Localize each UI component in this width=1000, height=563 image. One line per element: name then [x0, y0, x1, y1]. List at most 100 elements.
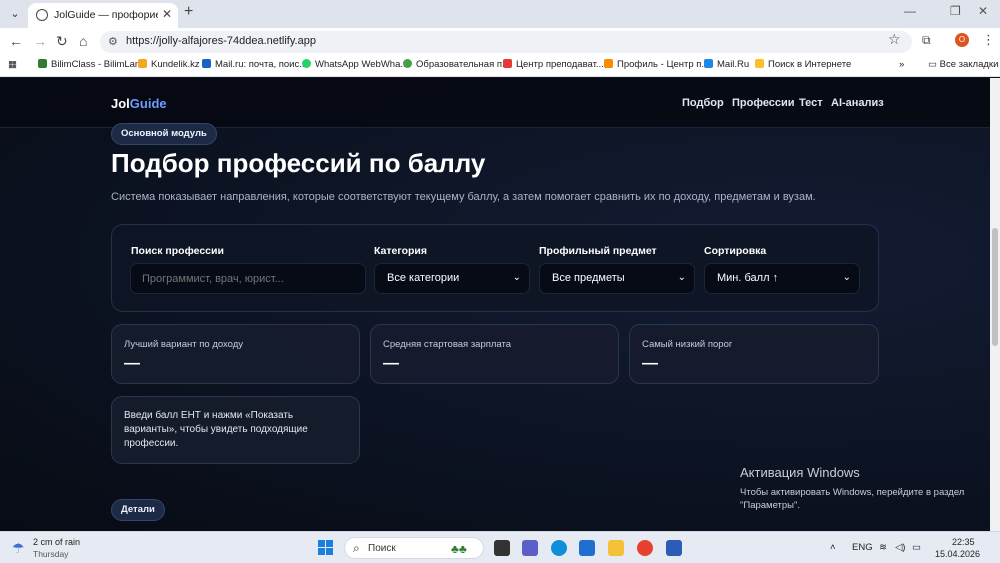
- edge-icon[interactable]: [551, 540, 567, 556]
- bookmark-star-icon[interactable]: ☆: [888, 31, 901, 48]
- sort-label: Сортировка: [704, 245, 767, 257]
- subject-value: Все предметы: [552, 272, 625, 284]
- bookmark-favicon-icon: [138, 59, 147, 68]
- bookmark-label: WhatsApp WebWha...: [315, 59, 409, 70]
- bookmark-favicon-icon: [403, 59, 412, 68]
- subject-select[interactable]: Все предметы ⌄: [539, 263, 695, 294]
- bookmark-item[interactable]: BilimClass - BilimLand: [38, 59, 146, 70]
- bookmark-item[interactable]: Образовательная п...: [403, 59, 510, 70]
- more-bookmarks-icon[interactable]: »: [899, 59, 904, 70]
- bookmark-label: Образовательная п...: [416, 59, 510, 70]
- bookmark-item[interactable]: Mail.ru: почта, поис...: [202, 59, 307, 70]
- rain-weather-icon[interactable]: ☂: [12, 540, 25, 557]
- tray-chevron-up-icon[interactable]: ˄: [830, 542, 836, 553]
- browser-toolbar: ← → ↻ ⌂ ⚙ https://jolly-alfajores-74ddea…: [0, 28, 1000, 55]
- teams-icon[interactable]: [522, 540, 538, 556]
- clock-time[interactable]: 22:35: [952, 537, 975, 547]
- back-icon[interactable]: ←: [9, 33, 23, 49]
- forward-icon[interactable]: →: [33, 33, 47, 49]
- taskbar-search-label: Поиск: [368, 543, 396, 554]
- browser-tab-bar: ⌄ JolGuide — профориентация и ✕ + — ❐ ✕: [0, 0, 1000, 28]
- weather-day: Thursday: [33, 549, 69, 559]
- nav-link-ai-analysis[interactable]: AI-анализ: [831, 97, 884, 109]
- site-info-icon[interactable]: ⚙: [108, 35, 118, 48]
- weather-text[interactable]: 2 cm of rain: [33, 537, 80, 547]
- tab-search-icon[interactable]: ⌄: [6, 5, 24, 23]
- language-indicator[interactable]: ENG: [852, 542, 873, 553]
- section-badge: Основной модуль: [111, 123, 217, 145]
- activation-line-1: Чтобы активировать Windows, перейдите в …: [740, 487, 965, 498]
- restore-icon[interactable]: ❐: [950, 4, 961, 18]
- nav-link-podbor[interactable]: Подбор: [682, 97, 724, 109]
- page-scrollbar[interactable]: [990, 78, 1000, 531]
- stat-value: —: [642, 355, 658, 372]
- volume-icon[interactable]: ◁): [895, 542, 905, 553]
- profile-avatar[interactable]: O: [955, 33, 969, 47]
- site-logo[interactable]: JolGuide: [111, 96, 167, 111]
- stat-avg-salary: Средняя стартовая зарплата —: [370, 324, 619, 384]
- bookmark-favicon-icon: [704, 59, 713, 68]
- category-label: Категория: [374, 245, 428, 257]
- task-view-icon[interactable]: [494, 540, 510, 556]
- bookmark-item[interactable]: Mail.Ru: [704, 59, 749, 70]
- nav-link-professions[interactable]: Профессии: [732, 97, 795, 109]
- clock-date[interactable]: 15.04.2026: [935, 549, 980, 559]
- wifi-icon[interactable]: ≋: [879, 542, 887, 553]
- chrome-icon[interactable]: [637, 540, 653, 556]
- apps-icon[interactable]: ▦: [8, 59, 17, 70]
- stat-value: —: [124, 355, 140, 372]
- all-bookmarks-label: Все закладки: [939, 59, 999, 70]
- stat-value: —: [383, 355, 399, 372]
- bookmark-favicon-icon: [604, 59, 613, 68]
- bookmark-item[interactable]: Kundelik.kz: [138, 59, 200, 70]
- nav-link-test[interactable]: Тест: [799, 97, 823, 109]
- page-subtitle: Система показывает направления, которые …: [111, 191, 816, 203]
- outlook-icon[interactable]: [579, 540, 595, 556]
- filter-panel: Поиск профессии Категория Все категории …: [111, 224, 879, 312]
- word-icon[interactable]: [666, 540, 682, 556]
- windows-activation-watermark: Активация Windows Чтобы активировать Win…: [740, 465, 964, 512]
- search-highlight-icon: ♣♣: [451, 542, 467, 556]
- new-tab-icon[interactable]: +: [184, 3, 193, 21]
- scrollbar-thumb[interactable]: [992, 228, 998, 346]
- category-value: Все категории: [387, 272, 460, 284]
- activation-title: Активация Windows: [740, 465, 860, 480]
- bookmark-item[interactable]: WhatsApp WebWha...: [302, 59, 408, 70]
- close-tab-icon[interactable]: ✕: [162, 7, 172, 21]
- tab-title: JolGuide — профориентация и: [54, 9, 158, 21]
- close-window-icon[interactable]: ✕: [978, 4, 988, 18]
- browser-tab[interactable]: JolGuide — профориентация и ✕: [28, 3, 178, 28]
- search-label: Поиск профессии: [131, 245, 224, 257]
- battery-icon[interactable]: ▭: [912, 542, 921, 553]
- category-select[interactable]: Все категории ⌄: [374, 263, 530, 294]
- stat-lowest-threshold: Самый низкий порог —: [629, 324, 879, 384]
- file-explorer-icon[interactable]: [608, 540, 624, 556]
- home-icon[interactable]: ⌂: [79, 33, 87, 49]
- profession-search-input[interactable]: [130, 263, 366, 294]
- windows-start-icon[interactable]: [318, 540, 334, 556]
- url-text[interactable]: https://jolly-alfajores-74ddea.netlify.a…: [126, 35, 316, 47]
- bookmark-label: Kundelik.kz: [151, 59, 200, 70]
- extensions-icon[interactable]: ⧉: [922, 33, 931, 48]
- bookmark-label: Mail.Ru: [717, 59, 750, 70]
- stat-label: Лучший вариант по доходу: [124, 339, 244, 350]
- logo-accent: Guide: [129, 96, 167, 111]
- bookmark-item[interactable]: Профиль - Центр п...: [604, 59, 709, 70]
- stat-label: Самый низкий порог: [642, 339, 733, 350]
- minimize-icon[interactable]: —: [904, 4, 916, 18]
- sort-select[interactable]: Мин. балл ↑ ⌄: [704, 263, 860, 294]
- windows-taskbar: ☂ 2 cm of rain Thursday ⌕ Поиск ♣♣ ˄ ENG…: [0, 531, 1000, 563]
- bookmark-item[interactable]: Поиск в Интернете: [755, 59, 851, 70]
- web-page: JolGuide Подбор Профессии Тест AI-анализ…: [0, 78, 990, 531]
- taskbar-search[interactable]: ⌕ Поиск ♣♣: [344, 537, 484, 559]
- search-icon: ⌕: [353, 541, 360, 555]
- bookmark-label: Профиль - Центр п...: [617, 59, 710, 70]
- bookmark-favicon-icon: [302, 59, 311, 68]
- menu-icon[interactable]: ⋮: [982, 32, 995, 48]
- reload-icon[interactable]: ↻: [56, 33, 68, 49]
- bookmark-item[interactable]: Центр преподават...: [503, 59, 604, 70]
- logo-main: Jol: [111, 96, 130, 111]
- all-bookmarks-folder[interactable]: ▭ Все закладки: [928, 59, 998, 70]
- address-bar[interactable]: ⚙ https://jolly-alfajores-74ddea.netlify…: [100, 31, 912, 53]
- page-title: Подбор профессий по баллу: [111, 148, 486, 178]
